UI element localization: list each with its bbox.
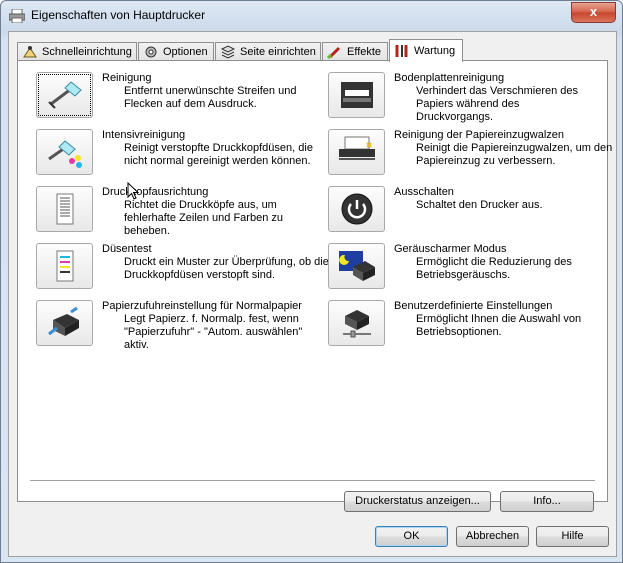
- maintenance-tools-icon: [395, 45, 408, 57]
- panel-divider: [30, 480, 595, 482]
- item-walzenreinigung: Reinigung der Papiereinzugwalzen Reinigt…: [328, 129, 612, 179]
- item-title: Intensivreinigung: [102, 129, 186, 141]
- item-description: Richtet die Druckköpfe aus, um fehlerhaf…: [124, 199, 283, 237]
- quiet-mode-button[interactable]: [328, 243, 385, 289]
- item-title: Benutzerdefinierte Einstellungen: [394, 300, 553, 312]
- print-head-alignment-icon: [56, 193, 73, 225]
- custom-settings-icon: [342, 310, 371, 338]
- item-description: Ermöglicht die Reduzierung des Betriebsg…: [416, 256, 572, 281]
- tab-schnelleinrichtung[interactable]: Schnelleinrichtung: [17, 42, 137, 61]
- tab-seite-einrichten[interactable]: Seite einrichten: [215, 42, 321, 61]
- quick-setup-icon: [23, 46, 37, 58]
- item-title: Bodenplattenreinigung: [394, 72, 505, 84]
- tab-label: Effekte: [347, 46, 382, 58]
- nozzle-check-icon: [56, 250, 73, 282]
- tab-wartung[interactable]: Wartung: [389, 39, 463, 62]
- tab-effekte[interactable]: Effekte: [322, 42, 388, 61]
- paper-feed-setting-button[interactable]: [36, 300, 93, 346]
- bottom-plate-cleaning-icon: [340, 82, 373, 108]
- tab-label: Schnelleinrichtung: [42, 46, 132, 58]
- deep-cleaning-icon: [47, 140, 82, 168]
- tab-optionen[interactable]: Optionen: [138, 42, 214, 61]
- item-title: Reinigung: [102, 72, 152, 84]
- quiet-mode-icon: [338, 251, 375, 281]
- page-setup-icon: [220, 45, 236, 59]
- close-button[interactable]: x: [571, 2, 616, 23]
- bottom-plate-cleaning-button[interactable]: [328, 72, 385, 118]
- item-title: Geräuscharmer Modus: [394, 243, 507, 255]
- tab-label: Optionen: [163, 46, 208, 58]
- item-duesentest: Düsentest Druckt ein Muster zur Überprüf…: [36, 243, 329, 293]
- window-title: Eigenschaften von Hauptdrucker: [31, 8, 206, 22]
- item-description: Legt Papierz. f. Normalp. fest, wenn "Pa…: [124, 313, 303, 351]
- cancel-button[interactable]: Abbrechen: [456, 526, 529, 547]
- power-icon: [341, 193, 372, 225]
- item-description: Ermöglicht Ihnen die Auswahl von Betrieb…: [416, 313, 582, 338]
- item-benutzerdefinierte-einstellungen: Benutzerdefinierte Einstellungen Ermögli…: [328, 300, 598, 350]
- dialog-window: Eigenschaften von Hauptdrucker x Schnell…: [0, 0, 623, 563]
- cleaning-button[interactable]: [36, 72, 93, 118]
- item-intensivreinigung: Intensivreinigung Reinigt verstopfte Dru…: [36, 129, 316, 179]
- item-description: Verhindert das Verschmieren des Papiers …: [416, 85, 579, 123]
- maintenance-panel: Reinigung Entfernt unerwünschte Streifen…: [17, 60, 612, 512]
- item-geraeuscharmer-modus: Geräuscharmer Modus Ermöglicht die Reduz…: [328, 243, 598, 293]
- item-description: Schaltet den Drucker aus.: [416, 199, 543, 211]
- item-description: Entfernt unerwünschte Streifen und Fleck…: [124, 85, 297, 110]
- roller-cleaning-icon: [338, 136, 375, 160]
- power-off-button[interactable]: [328, 186, 385, 232]
- tab-label: Wartung: [414, 45, 456, 57]
- print-head-alignment-button[interactable]: [36, 186, 93, 232]
- mouse-cursor-icon: [127, 182, 139, 200]
- item-papierzufuhreinstellung: Papierzufuhreinstellung für Normalpapier…: [36, 300, 326, 360]
- custom-settings-button[interactable]: [328, 300, 385, 346]
- item-title: Düsentest: [102, 243, 152, 255]
- deep-cleaning-button[interactable]: [36, 129, 93, 175]
- item-title: Ausschalten: [394, 186, 454, 198]
- ok-button[interactable]: OK: [375, 526, 448, 547]
- paper-feed-setting-icon: [47, 306, 79, 336]
- item-ausschalten: Ausschalten Schaltet den Drucker aus.: [328, 186, 598, 236]
- nozzle-check-button[interactable]: [36, 243, 93, 289]
- info-button[interactable]: Info...: [500, 491, 594, 512]
- item-title: Reinigung der Papiereinzugwalzen: [394, 129, 565, 141]
- item-title: Papierzufuhreinstellung für Normalpapier: [102, 300, 302, 312]
- tab-label: Seite einrichten: [240, 46, 316, 58]
- item-description: Reinigt die Papiereinzugwalzen, um den P…: [416, 142, 613, 167]
- dialog-client-area: Schnelleinrichtung Optionen Seite einric…: [8, 31, 617, 557]
- cleaning-brush-icon: [47, 81, 82, 109]
- title-bar[interactable]: Eigenschaften von Hauptdrucker x: [1, 1, 622, 31]
- item-title: Druckkopfausrichtung: [102, 186, 209, 198]
- item-description: Druckt ein Muster zur Überprüfung, ob di…: [124, 256, 329, 281]
- item-bodenplattenreinigung: Bodenplattenreinigung Verhindert das Ver…: [328, 72, 598, 123]
- item-description: Reinigt verstopfte Druckkopfdüsen, die n…: [124, 142, 313, 167]
- item-reinigung: Reinigung Entfernt unerwünschte Streifen…: [36, 72, 316, 122]
- item-druckkopfausrichtung: Druckkopfausrichtung Richtet die Druckkö…: [36, 186, 316, 237]
- printer-status-button[interactable]: Druckerstatus anzeigen...: [344, 491, 491, 512]
- effects-brush-icon: [327, 46, 341, 59]
- printer-icon: [9, 9, 25, 23]
- roller-cleaning-button[interactable]: [328, 129, 385, 175]
- help-button[interactable]: Hilfe: [536, 526, 609, 547]
- options-gear-icon: [145, 46, 157, 58]
